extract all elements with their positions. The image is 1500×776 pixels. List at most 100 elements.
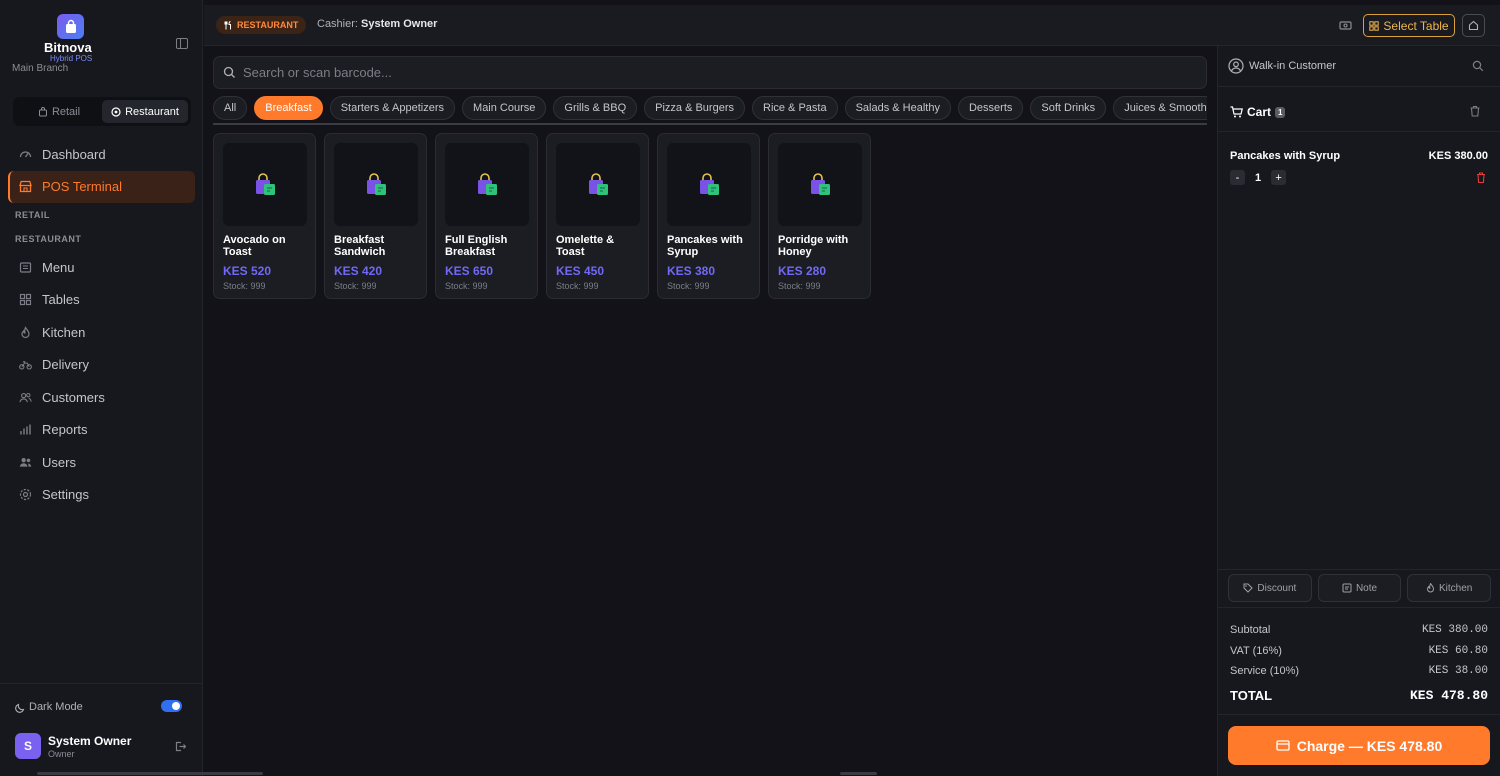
discount-button[interactable]: Discount [1228, 574, 1312, 602]
avatar[interactable]: S [15, 733, 41, 759]
cart-item-name: Pancakes with Syrup [1230, 150, 1341, 162]
category-tab[interactable]: All [213, 96, 248, 120]
product-price: KES 380 [667, 264, 716, 278]
sidebar-item-users[interactable]: Users [8, 446, 195, 479]
grid-icon [19, 293, 32, 306]
sidebar: Bitnova Hybrid POS Main Branch Retail Re… [0, 0, 203, 776]
flame-icon [19, 325, 32, 339]
search-icon[interactable] [1472, 60, 1484, 72]
sidebar-scrollbar[interactable] [37, 772, 263, 775]
sidebar-item-reports[interactable]: Reports [8, 414, 195, 447]
product-stock: Stock: 999 [445, 281, 488, 291]
category-tab[interactable]: Starters & Appetizers [329, 96, 456, 120]
product-card[interactable]: Breakfast Sandwich KES 420 Stock: 999 [324, 133, 427, 299]
category-tab[interactable]: Desserts [957, 96, 1024, 120]
product-price: KES 520 [223, 264, 272, 278]
gauge-icon [19, 148, 32, 161]
product-stock: Stock: 999 [223, 281, 266, 291]
product-card[interactable]: Full English Breakfast KES 650 Stock: 999 [435, 133, 538, 299]
search-icon [223, 66, 235, 78]
product-search [213, 56, 1207, 89]
cart-title-group: Cart 1 [1230, 105, 1286, 119]
category-tab[interactable]: Rice & Pasta [752, 96, 838, 120]
gear-icon [19, 488, 32, 501]
category-tab[interactable]: Grills & BBQ [553, 96, 638, 120]
mode-restaurant-button[interactable]: Restaurant [102, 100, 188, 123]
sidebar-item-pos-terminal[interactable]: POS Terminal [8, 170, 195, 203]
vat-value: KES 60.80 [1428, 644, 1488, 657]
mode-restaurant-label: Restaurant [125, 105, 179, 118]
bag-icon [38, 106, 47, 116]
cash-drawer-icon[interactable] [1339, 19, 1352, 31]
cart-title: Cart [1247, 105, 1272, 119]
dark-mode-toggle[interactable] [161, 700, 182, 712]
category-tab[interactable]: Breakfast [254, 96, 323, 120]
category-tab[interactable]: Salads & Healthy [844, 96, 951, 120]
sidebar-collapse-icon[interactable] [176, 38, 188, 49]
sidebar-footer: Dark Mode S System Owner Owner [0, 683, 203, 776]
shopping-bag-icon [256, 172, 275, 195]
subtotal-label: Subtotal [1230, 624, 1271, 637]
main-scrollbar[interactable] [840, 772, 877, 775]
sidebar-item-customers[interactable]: Customers [8, 381, 195, 414]
shopping-bag-icon [589, 172, 608, 195]
delete-item-icon[interactable] [1476, 172, 1486, 183]
product-card[interactable]: Pancakes with Syrup KES 380 Stock: 999 [657, 133, 760, 299]
vat-row: VAT (16%) KES 60.80 [1230, 641, 1488, 662]
user-role: Owner [48, 749, 75, 759]
product-card[interactable]: Omelette & Toast KES 450 Stock: 999 [546, 133, 649, 299]
vat-label: VAT (16%) [1230, 644, 1282, 657]
trash-icon[interactable] [1469, 105, 1481, 117]
cart-panel: Walk-in Customer Cart 1 Pancakes with Sy… [1217, 46, 1500, 776]
logout-icon[interactable] [175, 741, 187, 752]
product-stock: Stock: 999 [778, 281, 821, 291]
bar-chart-icon [19, 423, 32, 436]
topbar: RESTAURANT Cashier: System Owner Select … [204, 5, 1500, 46]
menu-book-icon [19, 261, 32, 274]
quantity-value: 1 [1255, 171, 1262, 184]
product-price: KES 280 [778, 264, 827, 278]
user-group-icon [19, 456, 32, 469]
category-tab[interactable]: Main Course [462, 96, 547, 120]
users-icon [19, 391, 32, 404]
mode-retail-button[interactable]: Retail [16, 100, 102, 123]
cart-icon [1230, 106, 1243, 118]
send-to-kitchen-button[interactable]: Kitchen [1407, 574, 1492, 602]
decrease-qty-button[interactable]: - [1230, 170, 1245, 185]
product-card[interactable]: Avocado on Toast KES 520 Stock: 999 [213, 133, 316, 299]
category-tab[interactable]: Pizza & Burgers [644, 96, 745, 120]
charge-button[interactable]: Charge — KES 478.80 [1228, 726, 1490, 765]
store-icon [19, 180, 32, 193]
sidebar-item-menu[interactable]: Menu [8, 251, 195, 284]
increase-qty-button[interactable]: + [1271, 170, 1287, 185]
product-image [334, 143, 418, 226]
quantity-stepper: - 1 + [1230, 170, 1287, 185]
bag-icon [57, 14, 84, 39]
sidebar-item-dashboard[interactable]: Dashboard [8, 138, 195, 171]
product-price: KES 650 [445, 264, 494, 278]
sidebar-item-label: POS Terminal [42, 179, 122, 195]
sidebar-item-label: Tables [42, 292, 80, 308]
home-button[interactable] [1462, 14, 1485, 37]
category-tab[interactable]: Soft Drinks [1030, 96, 1107, 120]
customer-selector[interactable]: Walk-in Customer [1218, 46, 1500, 87]
select-table-button[interactable]: Select Table [1363, 14, 1455, 37]
sidebar-item-label: Delivery [42, 357, 89, 373]
moon-icon [15, 703, 25, 713]
product-card[interactable]: Porridge with Honey KES 280 Stock: 999 [768, 133, 871, 299]
category-tab[interactable]: Juices & Smoothies [1113, 96, 1207, 120]
dish-icon [111, 106, 121, 117]
product-name: Avocado on Toast [223, 234, 286, 258]
sidebar-item-tables[interactable]: Tables [8, 284, 195, 317]
search-input[interactable] [243, 65, 1143, 80]
note-button[interactable]: Note [1317, 574, 1402, 602]
brand-name: Bitnova [44, 40, 92, 55]
product-image [223, 143, 307, 226]
sidebar-item-kitchen[interactable]: Kitchen [8, 316, 195, 349]
sidebar-item-delivery[interactable]: Delivery [8, 349, 195, 382]
sidebar-item-settings[interactable]: Settings [8, 479, 195, 512]
mode-switch: Retail Restaurant [13, 97, 191, 126]
bike-icon [19, 358, 32, 371]
user-circle-icon [1228, 58, 1244, 74]
brand-subtitle: Hybrid POS [50, 54, 93, 63]
